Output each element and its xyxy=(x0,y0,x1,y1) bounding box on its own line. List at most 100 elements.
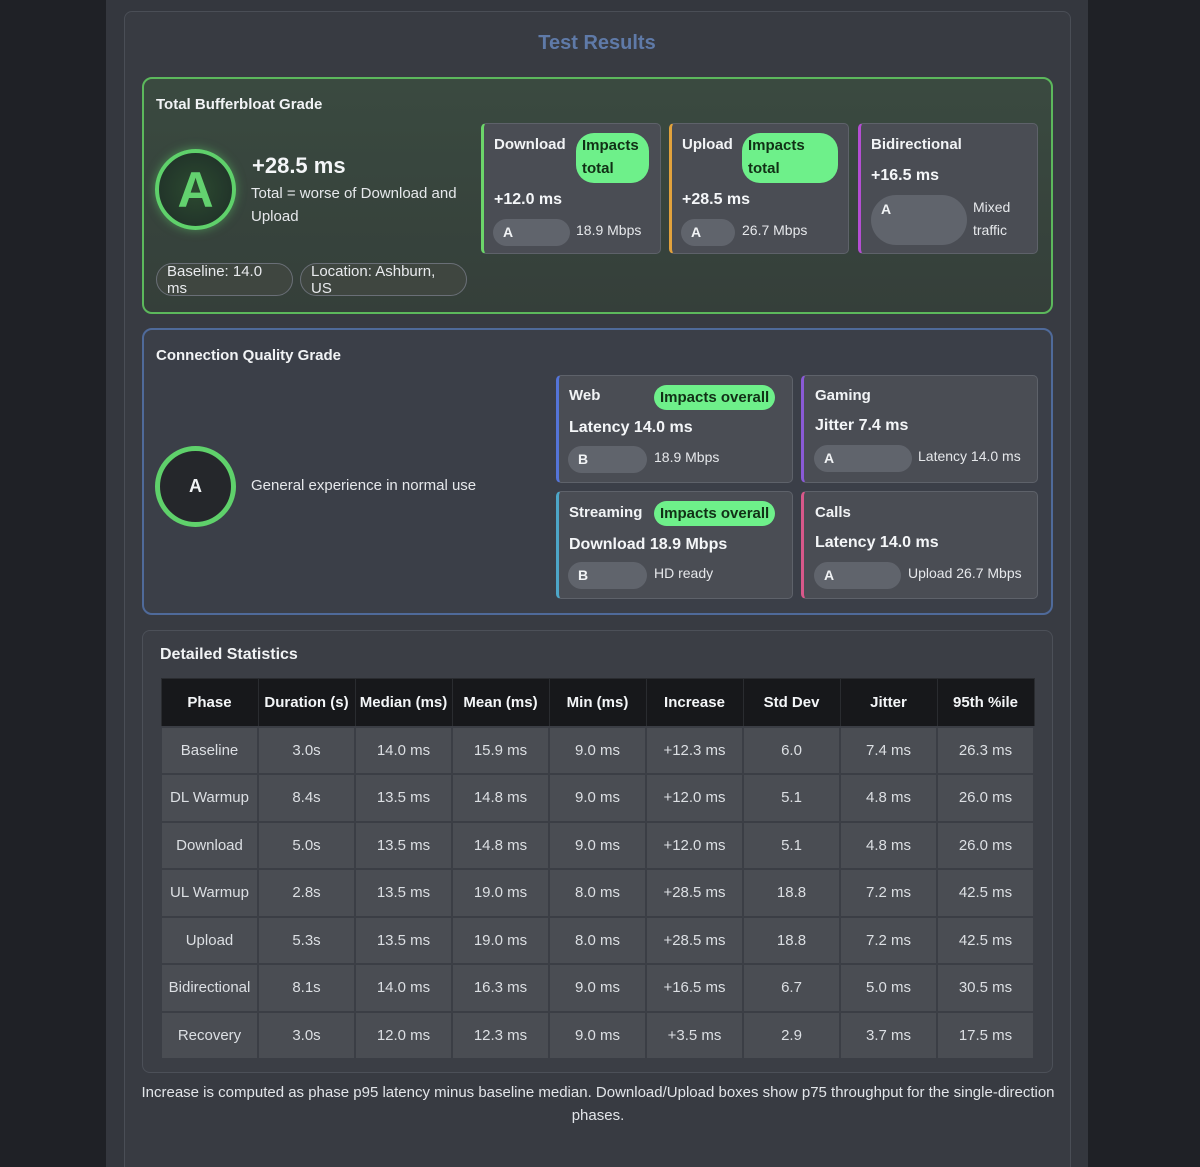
streaming-note: HD ready xyxy=(654,565,714,581)
column-header: 95th %ile xyxy=(936,678,1035,727)
table-cell: 2.9 xyxy=(742,1010,841,1060)
web-note: 18.9 Mbps xyxy=(654,449,720,465)
table-cell: 3.0s xyxy=(257,725,356,775)
table-cell: 13.5 ms xyxy=(354,773,453,823)
table-cell: Download xyxy=(160,820,259,870)
download-throughput: 18.9 Mbps xyxy=(576,222,642,238)
gaming-card-title: Gaming xyxy=(815,387,871,404)
table-row: Download 5.0s 13.5 ms 14.8 ms 9.0 ms +12.0 ms… xyxy=(160,820,1035,870)
table-cell: 8.4s xyxy=(257,773,356,823)
statistics-table-body: Baseline 3.0s 14.0 ms 15.9 ms 9.0 ms +12.3 ms… xyxy=(160,725,1035,1060)
table-header-row: Phase Duration (s) Median (ms) Mean (ms)… xyxy=(160,678,1035,727)
table-cell: 5.0s xyxy=(257,820,356,870)
footnote: Increase is computed as phase p95 latenc… xyxy=(141,1084,1055,1124)
bufferbloat-description: Total = worse of Download and Upload xyxy=(251,185,457,225)
web-grade: B xyxy=(568,446,647,473)
table-cell: 12.3 ms xyxy=(451,1010,550,1060)
table-cell: 5.1 xyxy=(742,820,841,870)
calls-card-title: Calls xyxy=(815,504,851,521)
bufferbloat-grade-badge: A xyxy=(155,149,236,230)
table-cell: 3.0s xyxy=(257,1010,356,1060)
download-card-title: Download xyxy=(494,136,566,153)
table-cell: 4.8 ms xyxy=(839,773,938,823)
table-cell: 30.5 ms xyxy=(936,963,1035,1013)
column-header: Median (ms) xyxy=(354,678,453,727)
table-cell: DL Warmup xyxy=(160,773,259,823)
upload-card-title: Upload xyxy=(682,136,733,153)
bidirectional-note: Mixed traffic xyxy=(973,199,1011,238)
table-row: UL Warmup 2.8s 13.5 ms 19.0 ms 8.0 ms +28.5 m… xyxy=(160,868,1035,918)
table-cell: 7.2 ms xyxy=(839,915,938,965)
table-cell: 26.0 ms xyxy=(936,773,1035,823)
web-impact-badge: Impacts overall xyxy=(654,385,776,410)
table-cell: 6.7 xyxy=(742,963,841,1013)
column-header: Std Dev xyxy=(742,678,841,727)
table-cell: UL Warmup xyxy=(160,868,259,918)
table-row: Baseline 3.0s 14.0 ms 15.9 ms 9.0 ms +12.3 ms… xyxy=(160,725,1035,775)
table-cell: +16.5 ms xyxy=(645,963,744,1013)
calls-grade: A xyxy=(814,562,901,589)
table-cell: 6.0 xyxy=(742,725,841,775)
table-cell: 14.0 ms xyxy=(354,963,453,1013)
table-cell: 19.0 ms xyxy=(451,915,550,965)
table-cell: +28.5 ms xyxy=(645,915,744,965)
gaming-note: Latency 14.0 ms xyxy=(918,448,1021,464)
table-cell: 7.2 ms xyxy=(839,868,938,918)
detailed-statistics-heading: Detailed Statistics xyxy=(160,646,298,663)
table-cell: 8.0 ms xyxy=(548,915,647,965)
bufferbloat-heading: Total Bufferbloat Grade xyxy=(156,96,323,113)
table-row: Recovery 3.0s 12.0 ms 12.3 ms 9.0 ms +3.5 ms 2… xyxy=(160,1010,1035,1060)
upload-throughput: 26.7 Mbps xyxy=(742,222,808,238)
location-pill: Location: Ashburn, US xyxy=(300,263,467,297)
upload-card-value: +28.5 ms xyxy=(682,191,751,208)
connection-quality-heading: Connection Quality Grade xyxy=(156,347,342,364)
table-cell: 9.0 ms xyxy=(548,963,647,1013)
table-cell: +12.0 ms xyxy=(645,820,744,870)
column-header: Phase xyxy=(160,678,259,727)
gaming-card-value: Jitter 7.4 ms xyxy=(815,417,909,434)
download-card-value: +12.0 ms xyxy=(494,191,563,208)
streaming-impact-badge: Impacts overall xyxy=(654,501,776,526)
table-row: Bidirectional 8.1s 14.0 ms 16.3 ms 9.0 ms +16… xyxy=(160,963,1035,1013)
table-cell: 19.0 ms xyxy=(451,868,550,918)
gaming-grade: A xyxy=(814,445,912,472)
table-cell: 18.8 xyxy=(742,915,841,965)
table-cell: 26.0 ms xyxy=(936,820,1035,870)
connection-quality-description: General experience in normal use xyxy=(251,477,477,494)
table-cell: +3.5 ms xyxy=(645,1010,744,1060)
table-row: Upload 5.3s 13.5 ms 19.0 ms 8.0 ms +28.5 ms 18… xyxy=(160,915,1035,965)
column-header: Mean (ms) xyxy=(451,678,550,727)
upload-impact-badge: Impacts total xyxy=(742,133,838,183)
table-cell: 26.3 ms xyxy=(936,725,1035,775)
web-card-title: Web xyxy=(569,387,601,404)
bidirectional-card-value: +16.5 ms xyxy=(871,167,940,184)
table-cell: 5.1 xyxy=(742,773,841,823)
column-header: Duration (s) xyxy=(257,678,356,727)
table-cell: 16.3 ms xyxy=(451,963,550,1013)
download-impact-badge: Impacts total xyxy=(576,133,649,183)
streaming-grade: B xyxy=(568,562,647,589)
table-cell: 9.0 ms xyxy=(548,725,647,775)
table-cell: 5.3s xyxy=(257,915,356,965)
table-cell: Bidirectional xyxy=(160,963,259,1013)
table-cell: 5.0 ms xyxy=(839,963,938,1013)
table-cell: 13.5 ms xyxy=(354,915,453,965)
table-cell: 14.0 ms xyxy=(354,725,453,775)
table-cell: 17.5 ms xyxy=(936,1010,1035,1060)
table-cell: 13.5 ms xyxy=(354,820,453,870)
column-header: Min (ms) xyxy=(548,678,647,727)
table-cell: 42.5 ms xyxy=(936,868,1035,918)
upload-grade: A xyxy=(681,219,735,246)
table-cell: 4.8 ms xyxy=(839,820,938,870)
table-cell: Baseline xyxy=(160,725,259,775)
table-cell: 7.4 ms xyxy=(839,725,938,775)
download-grade: A xyxy=(493,219,570,246)
table-cell: 3.7 ms xyxy=(839,1010,938,1060)
table-cell: +12.0 ms xyxy=(645,773,744,823)
streaming-card-value: Download 18.9 Mbps xyxy=(569,536,728,553)
connection-quality-grade-badge: A xyxy=(155,446,236,527)
table-cell: 18.8 xyxy=(742,868,841,918)
baseline-pill: Baseline: 14.0 ms xyxy=(156,263,293,297)
bidirectional-card-title: Bidirectional xyxy=(871,136,962,153)
page-title: Test Results xyxy=(538,32,656,54)
